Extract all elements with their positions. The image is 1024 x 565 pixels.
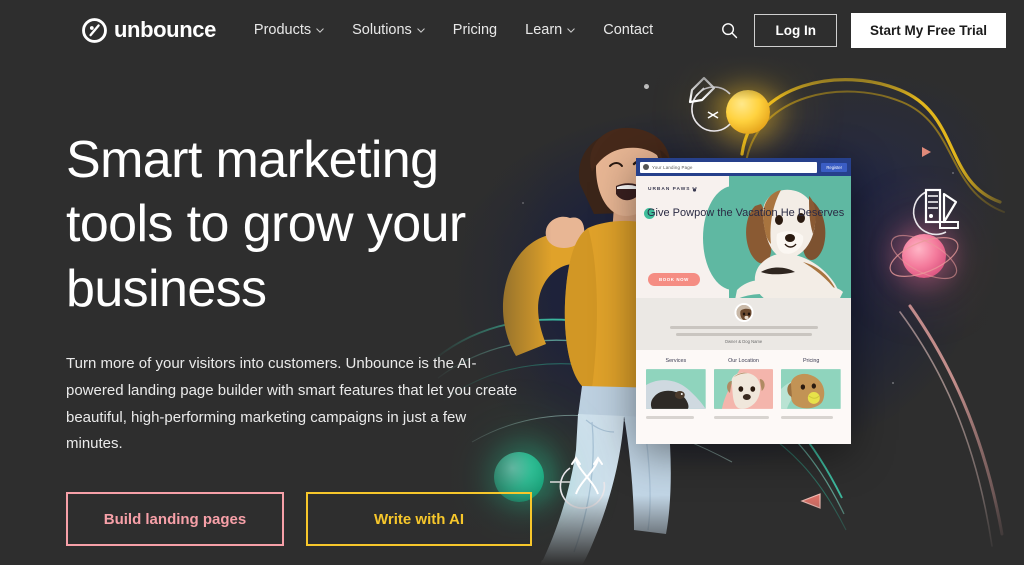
chevron-down-icon — [316, 27, 324, 33]
search-icon — [722, 22, 738, 38]
mockup-register-button: Register — [821, 162, 847, 172]
hero-subcopy: Turn more of your visitors into customer… — [66, 355, 518, 453]
header-actions: Log In Start My Free Trial — [718, 12, 1006, 48]
nav-label: Solutions — [352, 22, 412, 38]
hero-headline: Smart marketing tools to grow your busin… — [66, 131, 466, 318]
mockup-browser-title: Your Landing Page — [652, 164, 693, 170]
nav-label: Contact — [603, 22, 654, 38]
mockup-text-line — [675, 333, 812, 336]
brand-logo[interactable]: unbounce — [82, 17, 216, 43]
mockup-hero-section: URBAN PAWS Give Powpow the Vacation He D… — [636, 176, 851, 298]
hero-copy: Smart marketing tools to grow your busin… — [66, 128, 536, 547]
unbounce-circle-logo — [82, 17, 107, 43]
nav-label: Products — [253, 22, 312, 38]
mockup-column-title: Services — [665, 358, 687, 364]
triangle-accent-icon — [922, 147, 931, 157]
search-button[interactable] — [718, 19, 740, 41]
mockup-text-line — [713, 416, 769, 419]
mockup-columns-section: Services Our Location Pricing — [636, 350, 851, 444]
site-header: unbounce Products Solutions Pricing Lear… — [0, 0, 1024, 60]
mockup-site-logo: URBAN PAWS — [648, 187, 698, 192]
nav-item-learn[interactable]: Learn — [525, 22, 575, 38]
mockup-url-bar: Your Landing Page — [640, 161, 818, 173]
chevron-down-icon — [567, 27, 575, 33]
chevron-down-icon — [417, 27, 425, 33]
landing-page-mockup: Your Landing Page Register URBAN PAWS Gi… — [636, 158, 851, 444]
mockup-cta-button: BOOK NOW — [648, 273, 700, 286]
mockup-column-image — [713, 369, 774, 409]
unbounce-homepage-hero: Your Landing Page Register URBAN PAWS Gi… — [0, 0, 1024, 565]
paw-icon — [692, 187, 698, 192]
mockup-column: Pricing — [781, 358, 842, 419]
hero-cta-group: Build landing pages Write with AI — [66, 492, 536, 547]
dog-with-ball-photo — [781, 369, 842, 409]
mockup-testimonial-caption: Owner & Dog Name — [724, 339, 763, 344]
main-navigation: Products Solutions Pricing Learn Contact — [254, 22, 653, 38]
write-with-ai-button[interactable]: Write with AI — [306, 492, 532, 547]
bulldog-photo — [713, 369, 774, 409]
mockup-column: Services — [646, 358, 706, 419]
dogs-sleeping-photo — [646, 369, 706, 409]
nav-label: Learn — [525, 22, 563, 38]
mockup-column-image — [781, 369, 842, 409]
mockup-avatar — [734, 303, 753, 322]
mockup-text-line — [669, 326, 818, 329]
mockup-text-line — [646, 416, 694, 419]
brand-name: unbounce — [114, 17, 216, 42]
login-button[interactable]: Log In — [754, 13, 837, 47]
mockup-browser-bar: Your Landing Page Register — [636, 158, 851, 176]
mockup-testimonial-section: Owner & Dog Name — [636, 298, 851, 350]
mockup-text-line — [781, 416, 833, 419]
mockup-favicon — [643, 164, 649, 170]
mockup-column-title: Our Location — [728, 358, 759, 364]
avatar-dog-photo — [736, 305, 751, 320]
nav-label: Pricing — [452, 22, 498, 38]
build-landing-pages-button[interactable]: Build landing pages — [66, 492, 284, 547]
nav-item-solutions[interactable]: Solutions — [352, 22, 425, 38]
nav-item-products[interactable]: Products — [254, 22, 324, 38]
nav-item-pricing[interactable]: Pricing — [453, 22, 497, 38]
mockup-column: Our Location — [713, 358, 774, 419]
mockup-dog-photo — [735, 189, 843, 298]
art-fade-right — [954, 52, 1024, 565]
start-free-trial-button[interactable]: Start My Free Trial — [850, 12, 1006, 48]
mockup-column-title: Pricing — [802, 358, 820, 364]
nav-item-contact[interactable]: Contact — [603, 22, 653, 38]
mockup-column-image — [646, 369, 706, 409]
mockup-heading: Give Powpow the Vacation He Deserves — [647, 207, 845, 219]
